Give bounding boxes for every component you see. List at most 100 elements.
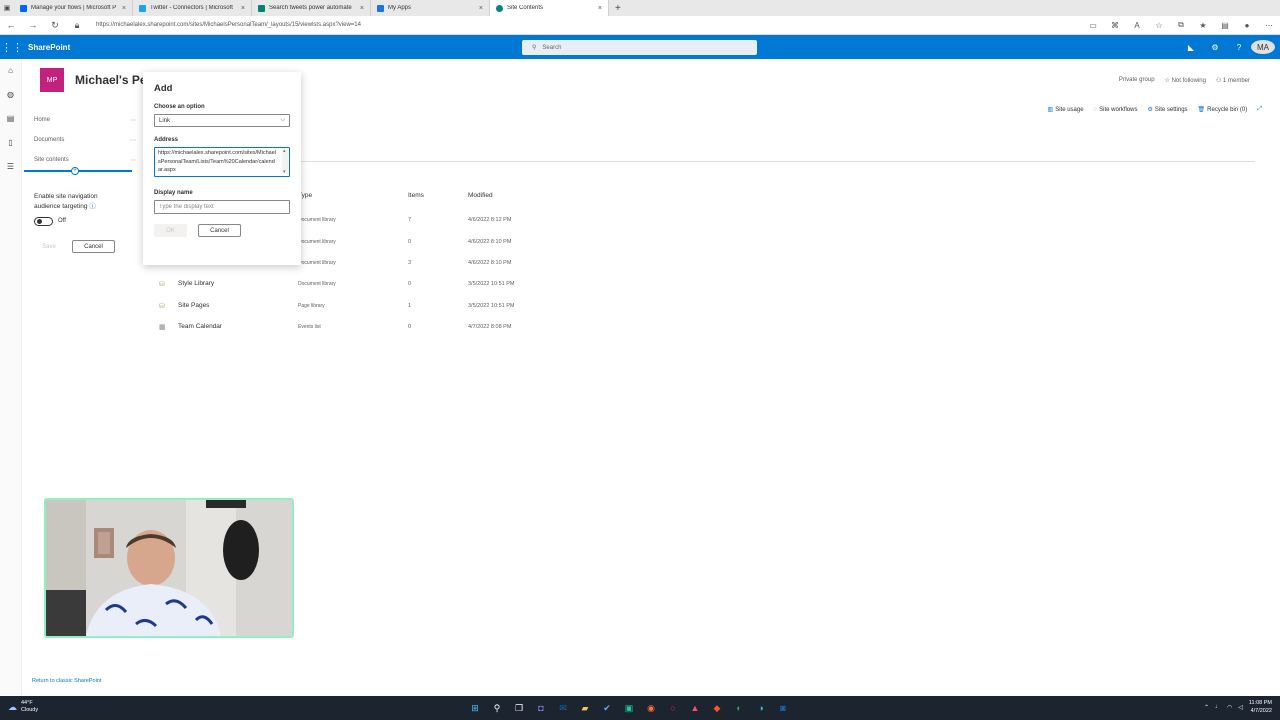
avatar[interactable]: MA bbox=[1251, 40, 1275, 54]
read-aloud-icon[interactable]: ▭ bbox=[1082, 21, 1104, 30]
command-bar: ▥ Site usage ◌ Site workflows ⚙ Site settin… bbox=[1048, 106, 1262, 113]
site-title[interactable]: Michael's Pe bbox=[75, 73, 147, 87]
option-dropdown[interactable]: Link ⌵ bbox=[154, 114, 290, 127]
megaphone-icon[interactable]: ◣ bbox=[1179, 43, 1203, 52]
new-tab-icon[interactable]: + bbox=[609, 3, 627, 14]
browser-tab-0[interactable]: Manage your flows | Microsoft P × bbox=[14, 0, 133, 16]
temperature: 44°F bbox=[21, 700, 33, 706]
weather-widget[interactable]: ☁ 44°F Cloudy bbox=[8, 700, 38, 714]
list-modified: 3/5/2022 10:51 PM bbox=[468, 303, 515, 309]
app-name[interactable]: SharePoint bbox=[24, 43, 70, 52]
search-icon[interactable]: ⚲ bbox=[488, 699, 506, 717]
forward-icon[interactable]: → bbox=[22, 20, 44, 30]
firefox-icon[interactable]: ◉ bbox=[642, 699, 660, 717]
browser-tab-4[interactable]: Site Contents × bbox=[490, 0, 609, 16]
file-icon[interactable]: ▯ bbox=[0, 131, 21, 155]
app-launcher-icon[interactable]: ⋮⋮ bbox=[0, 41, 24, 54]
close-tab-icon[interactable]: × bbox=[360, 5, 364, 12]
app-icon[interactable]: ▲ bbox=[686, 699, 704, 717]
help-icon[interactable]: ? bbox=[1227, 43, 1251, 52]
list-row[interactable]: ⛁ Site Pages Page library 1 3/5/2022 10:51 P… bbox=[155, 302, 555, 323]
dialog-cancel-button[interactable]: Cancel bbox=[198, 224, 241, 237]
list-row[interactable]: ⛁ Style Library Document library 0 3/5/2022 … bbox=[155, 280, 555, 301]
taskbar: ☁ 44°F Cloudy ⊞ ⚲ ❐ ◘ ✉ ▰ ✔ ▣ ◉ ○ ▲ ◆ ◐ ◑… bbox=[0, 696, 1280, 720]
more-icon[interactable]: ⋯ bbox=[130, 157, 136, 164]
microphone-icon[interactable]: ♩ bbox=[1215, 704, 1221, 710]
profile-icon[interactable]: ● bbox=[1236, 21, 1258, 30]
terminal-icon[interactable]: ▣ bbox=[620, 699, 638, 717]
site-usage-button[interactable]: ▥ Site usage bbox=[1048, 106, 1084, 113]
site-settings-button[interactable]: ⚙ Site settings bbox=[1147, 106, 1187, 113]
chrome-icon[interactable]: ◐ bbox=[730, 699, 748, 717]
list-name[interactable]: Team Calendar bbox=[178, 323, 222, 330]
display-name-field[interactable] bbox=[154, 200, 290, 214]
list-name[interactable]: Style Library bbox=[178, 280, 214, 287]
close-tab-icon[interactable]: × bbox=[598, 5, 602, 12]
nav-item-home[interactable]: Home ⋯ bbox=[30, 110, 142, 130]
apps-icon[interactable]: ⌘ bbox=[1104, 21, 1126, 30]
edge-icon[interactable]: ◑ bbox=[752, 699, 770, 717]
close-tab-icon[interactable]: × bbox=[122, 5, 126, 12]
nav-item-site-contents[interactable]: Site contents ⋯ bbox=[30, 150, 142, 170]
task-view-icon[interactable]: ❐ bbox=[510, 699, 528, 717]
globe-icon[interactable]: ◍ bbox=[0, 83, 21, 107]
nav-cancel-button[interactable]: Cancel bbox=[72, 240, 115, 253]
todo-icon[interactable]: ✔ bbox=[598, 699, 616, 717]
start-icon[interactable]: ⊞ bbox=[466, 699, 484, 717]
url-field[interactable]: https://michaelalex.sharepoint.com/sites… bbox=[88, 22, 1082, 28]
audience-targeting-toggle[interactable] bbox=[34, 217, 53, 226]
wifi-icon[interactable]: ◠ bbox=[1227, 704, 1232, 711]
webcam-video bbox=[46, 500, 292, 636]
more-icon[interactable]: ⋯ bbox=[1258, 21, 1280, 30]
members-button[interactable]: ⚇ 1 member bbox=[1216, 77, 1250, 84]
more-icon[interactable]: ⋯ bbox=[130, 117, 136, 124]
browser-tab-2[interactable]: Search tweets power automate × bbox=[252, 0, 371, 16]
column-header-modified[interactable]: Modified bbox=[468, 192, 493, 199]
more-icon[interactable]: ⋯ bbox=[130, 137, 136, 144]
textarea-scrollbar[interactable] bbox=[282, 148, 288, 176]
list-type: Page library bbox=[298, 303, 325, 309]
favorites-icon[interactable]: ★ bbox=[1192, 21, 1214, 30]
site-logo[interactable]: MP bbox=[40, 68, 64, 92]
settings-icon[interactable]: ⚙ bbox=[1203, 43, 1227, 52]
news-icon[interactable]: ▤ bbox=[0, 107, 21, 131]
save-button[interactable]: Save bbox=[33, 240, 65, 253]
follow-button[interactable]: ☆ Not following bbox=[1165, 77, 1206, 84]
recycle-bin-button[interactable]: 🗑︎ Recycle bin (0) bbox=[1198, 106, 1248, 113]
lists-icon[interactable]: ☰ bbox=[0, 155, 21, 179]
favorite-icon[interactable]: ☆ bbox=[1148, 21, 1170, 30]
chat-icon[interactable]: ◘ bbox=[532, 699, 550, 717]
chevron-up-icon[interactable]: ⌃ bbox=[1204, 704, 1209, 711]
tab-label: Twitter - Connectors | Microsoft bbox=[150, 5, 233, 11]
opera-icon[interactable]: ○ bbox=[664, 699, 682, 717]
list-row[interactable]: ▦ Team Calendar Events list 0 4/7/2022 8:08 … bbox=[155, 323, 555, 344]
refresh-icon[interactable]: ↻ bbox=[44, 20, 66, 31]
expand-icon[interactable]: ⤢ bbox=[1257, 106, 1262, 113]
back-icon[interactable]: ← bbox=[0, 20, 22, 30]
close-tab-icon[interactable]: × bbox=[479, 5, 483, 12]
browser-tab-1[interactable]: Twitter - Connectors | Microsoft × bbox=[133, 0, 252, 16]
window-menu-icon[interactable]: ▣ bbox=[0, 4, 14, 12]
brave-icon[interactable]: ◆ bbox=[708, 699, 726, 717]
return-classic-link[interactable]: Return to classic SharePoint bbox=[32, 678, 101, 684]
add-link-icon[interactable]: + bbox=[71, 167, 79, 175]
info-icon[interactable]: ⓘ bbox=[89, 203, 96, 210]
volume-icon[interactable]: ◁ bbox=[1238, 704, 1243, 711]
nav-item-documents[interactable]: Documents ⋯ bbox=[30, 130, 142, 150]
extensions-icon[interactable]: ⧉ bbox=[1170, 20, 1192, 30]
file-explorer-icon[interactable]: ▰ bbox=[576, 699, 594, 717]
close-tab-icon[interactable]: × bbox=[241, 5, 245, 12]
home-icon[interactable]: ⌂ bbox=[0, 59, 21, 83]
search-box[interactable]: ⚲ Search bbox=[522, 40, 757, 55]
column-header-items[interactable]: Items bbox=[408, 192, 424, 199]
outlook-icon[interactable]: ✉ bbox=[554, 699, 572, 717]
list-name[interactable]: Site Pages bbox=[178, 302, 209, 309]
address-field[interactable]: https://michaelalex.sharepoint.com/sites… bbox=[154, 147, 290, 177]
site-workflows-button[interactable]: ◌ Site workflows bbox=[1094, 107, 1138, 113]
outlook-active-icon[interactable]: ◙ bbox=[774, 699, 792, 717]
translate-icon[interactable]: A bbox=[1126, 21, 1148, 30]
clock[interactable]: 11:08 PM 4/7/2022 bbox=[1249, 699, 1272, 715]
collections-icon[interactable]: ▤ bbox=[1214, 21, 1236, 30]
ok-button[interactable]: OK bbox=[154, 224, 187, 237]
browser-tab-3[interactable]: My Apps × bbox=[371, 0, 490, 16]
